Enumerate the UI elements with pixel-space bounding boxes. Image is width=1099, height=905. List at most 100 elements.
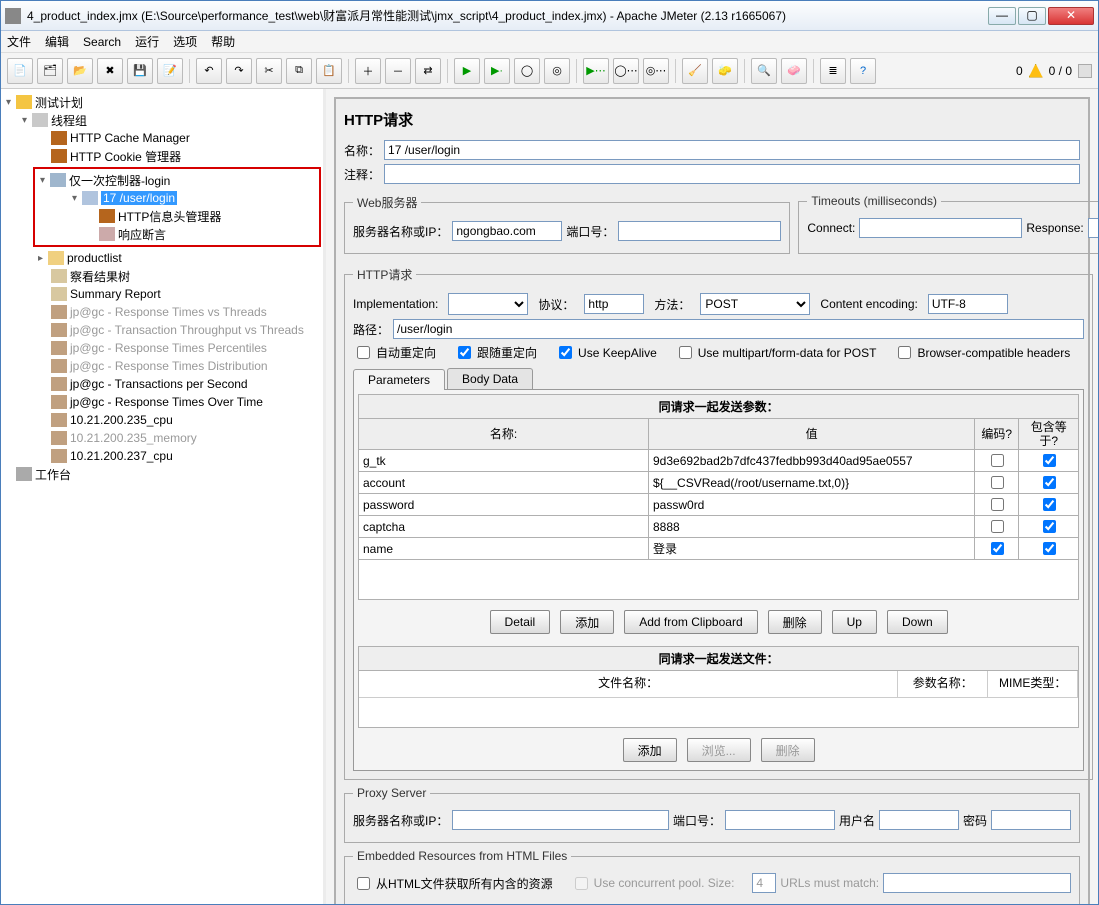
menu-run[interactable]: 运行 (135, 33, 159, 50)
tree-thread[interactable]: 线程组 (51, 112, 87, 129)
tb-save[interactable]: 💾 (127, 58, 153, 84)
btn-delete[interactable]: 删除 (768, 610, 822, 634)
tree-header-mgr[interactable]: HTTP信息头管理器 (118, 208, 221, 225)
tree-viewtree[interactable]: 察看结果树 (70, 268, 130, 285)
menu-search[interactable]: Search (83, 35, 121, 49)
tb-cut[interactable]: ✂ (256, 58, 282, 84)
tb-paste[interactable]: 📋 (316, 58, 342, 84)
tb-help[interactable]: ? (850, 58, 876, 84)
tb-collapse[interactable]: － (385, 58, 411, 84)
tree-g4[interactable]: jp@gc - Response Times Distribution (70, 359, 268, 373)
tree-cache[interactable]: HTTP Cache Manager (70, 131, 190, 145)
tb-close[interactable]: ✖ (97, 58, 123, 84)
name-input[interactable] (384, 140, 1080, 160)
tab-parameters[interactable]: Parameters (353, 369, 445, 390)
tb-expand[interactable]: ＋ (355, 58, 381, 84)
tb-start[interactable]: ▶ (454, 58, 480, 84)
tree-m1[interactable]: 10.21.200.235_cpu (70, 413, 173, 427)
btn-up[interactable]: Up (832, 610, 877, 634)
tb-redo[interactable]: ↷ (226, 58, 252, 84)
tree-http-request[interactable]: 17 /user/login (101, 191, 177, 205)
proxy-port-input[interactable] (725, 810, 835, 830)
table-row[interactable]: g_tk9d3e692bad2b7dfc437fedbb993d40ad95ae… (359, 450, 1079, 472)
tb-copy[interactable]: ⧉ (286, 58, 312, 84)
tree-g1[interactable]: jp@gc - Response Times vs Threads (70, 305, 267, 319)
proxy-host-input[interactable] (452, 810, 669, 830)
menu-options[interactable]: 选项 (173, 33, 197, 50)
tree-cookie[interactable]: HTTP Cookie 管理器 (70, 148, 181, 165)
tree-once-controller[interactable]: 仅一次控制器-login (69, 172, 170, 189)
tb-saveas[interactable]: 📝 (157, 58, 183, 84)
chk-browser[interactable]: Browser-compatible headers (894, 343, 1070, 362)
tree-workbench[interactable]: 工作台 (35, 466, 71, 483)
table-row[interactable]: account${__CSVRead(/root/username.txt,0)… (359, 472, 1079, 494)
tree-plan[interactable]: 测试计划 (35, 94, 83, 111)
connect-input[interactable] (859, 218, 1022, 238)
path-input[interactable] (393, 319, 1084, 339)
tab-body-data[interactable]: Body Data (447, 368, 533, 389)
btn-file-browse[interactable]: 浏览... (687, 738, 751, 762)
enc-input[interactable] (928, 294, 1008, 314)
test-plan-tree[interactable]: ▾测试计划 ▾线程组 HTTP Cache Manager HTTP Cooki… (1, 89, 326, 904)
tree-m2[interactable]: 10.21.200.235_memory (70, 431, 197, 445)
table-row[interactable]: passwordpassw0rd (359, 494, 1079, 516)
chk-embed[interactable]: 从HTML文件获取所有内含的资源 (353, 874, 553, 893)
chk-multipart[interactable]: Use multipart/form-data for POST (675, 343, 877, 362)
chk-pool: Use concurrent pool. Size: (571, 874, 735, 893)
port-input[interactable] (618, 221, 781, 241)
table-row[interactable]: name登录 (359, 538, 1079, 560)
params-table[interactable]: 名称: 值 编码? 包含等于? g_tk9d3e692bad2b7dfc437f… (358, 418, 1079, 560)
tb-start-no[interactable]: ▶· (484, 58, 510, 84)
proxy-pass-input[interactable] (991, 810, 1071, 830)
menu-file[interactable]: 文件 (7, 33, 31, 50)
menu-help[interactable]: 帮助 (211, 33, 235, 50)
tb-remote-stop[interactable]: ◯⋯ (613, 58, 639, 84)
tb-fn[interactable]: ≣ (820, 58, 846, 84)
tree-g5[interactable]: jp@gc - Transactions per Second (70, 377, 248, 391)
tree-g6[interactable]: jp@gc - Response Times Over Time (70, 395, 263, 409)
tb-shutdown[interactable]: ◎ (544, 58, 570, 84)
tb-toggle[interactable]: ⇄ (415, 58, 441, 84)
lbl-impl: Implementation: (353, 297, 438, 311)
method-select[interactable]: POST (700, 293, 810, 315)
chk-follow-redirect[interactable]: 跟随重定向 (454, 343, 537, 362)
tb-stop[interactable]: ◯ (514, 58, 540, 84)
tree-assertion[interactable]: 响应断言 (118, 226, 166, 243)
tb-clearall[interactable]: 🧽 (712, 58, 738, 84)
maximize-button[interactable]: ▢ (1018, 7, 1046, 25)
close-button[interactable]: ✕ (1048, 7, 1094, 25)
tb-remote-shut[interactable]: ◎⋯ (643, 58, 669, 84)
btn-clipboard[interactable]: Add from Clipboard (624, 610, 757, 634)
tb-undo[interactable]: ↶ (196, 58, 222, 84)
tree-g2[interactable]: jp@gc - Transaction Throughput vs Thread… (70, 323, 304, 337)
comment-input[interactable] (384, 164, 1080, 184)
warn-count: 0 (1016, 64, 1023, 78)
btn-file-delete[interactable]: 删除 (761, 738, 815, 762)
chk-keepalive[interactable]: Use KeepAlive (555, 343, 657, 362)
tb-templates[interactable]: 🗂 (37, 58, 63, 84)
table-row[interactable]: captcha8888 (359, 516, 1079, 538)
menu-edit[interactable]: 编辑 (45, 33, 69, 50)
btn-detail[interactable]: Detail (490, 610, 551, 634)
tb-reset-search[interactable]: 🧼 (781, 58, 807, 84)
tb-clear[interactable]: 🧹 (682, 58, 708, 84)
btn-file-add[interactable]: 添加 (623, 738, 677, 762)
tb-open[interactable]: 📂 (67, 58, 93, 84)
lbl-response: Response: (1026, 221, 1083, 235)
chk-auto-redirect[interactable]: 自动重定向 (353, 343, 436, 362)
tb-remote-start[interactable]: ▶⋯ (583, 58, 609, 84)
server-input[interactable] (452, 221, 562, 241)
proto-input[interactable] (584, 294, 644, 314)
tree-summary[interactable]: Summary Report (70, 287, 161, 301)
proxy-user-input[interactable] (879, 810, 959, 830)
tree-m3[interactable]: 10.21.200.237_cpu (70, 449, 173, 463)
tb-find[interactable]: 🔍 (751, 58, 777, 84)
tree-productlist[interactable]: productlist (67, 251, 122, 265)
minimize-button[interactable]: — (988, 7, 1016, 25)
btn-add[interactable]: 添加 (560, 610, 614, 634)
tree-g3[interactable]: jp@gc - Response Times Percentiles (70, 341, 267, 355)
tb-new[interactable]: 📄 (7, 58, 33, 84)
btn-down[interactable]: Down (887, 610, 948, 634)
impl-select[interactable] (448, 293, 528, 315)
response-input[interactable] (1088, 218, 1098, 238)
